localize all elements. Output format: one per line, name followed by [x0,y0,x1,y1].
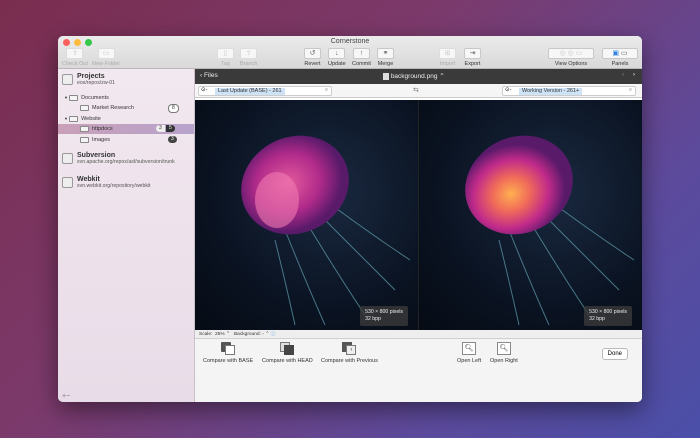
previous-button[interactable]: ‹ [622,71,624,78]
done-button[interactable]: Done [601,348,628,360]
commit-button[interactable]: ↑ Commit [352,48,371,67]
sidebar-actions: +− [62,393,70,400]
open-left-button[interactable]: 🔍︎ Open Left [457,342,481,364]
background-select[interactable]: ▫ ⌃ [262,332,269,337]
export-icon: ⇥ [464,48,481,59]
file-icon [383,72,389,80]
folder-icon: ▭ [97,48,115,59]
compare-with-base-button[interactable]: Compare with BASE [203,342,253,364]
menu-icon: ≡ [324,87,328,93]
menu-icon: ≡ [628,87,632,93]
panels-button[interactable]: ▣ ▭ Panels [602,48,638,67]
merge-icon: ⚭ [377,48,394,59]
right-version-select[interactable]: ⊙- Working Version - 261+ ≡ [502,86,636,96]
tag-icon: ▯ [217,48,234,59]
compare-with-previous-button[interactable]: ‹ Compare with Previous [321,342,378,364]
remove-button[interactable]: − [66,393,70,400]
update-icon: ↓ [328,48,346,59]
version-icon: ⊙- [201,87,208,93]
info-icon[interactable]: ⓘ [271,332,276,337]
repository-icon [62,177,73,188]
changes-badge: 8 [168,104,179,113]
compare-base-icon [221,342,236,355]
check-out-button[interactable]: ⇪ Check Out [62,48,88,67]
revert-icon: ↺ [304,48,321,59]
view-options-icon: ◎ ◎ ▭ [548,48,594,59]
toolbar: Cornerstone ⇪ Check Out ▭ New Folder ▯ Tag … [58,36,642,69]
branch-button[interactable]: ⇪ Branch [240,48,257,67]
left-image-pane[interactable]: 530 × 800 pixels 32 bpp [195,100,418,330]
image-info: 530 × 800 pixels 32 bpp [360,306,408,326]
repository-icon [62,74,73,85]
changes-badge: 5 [166,125,175,132]
tag-button[interactable]: ▯ Tag [217,48,234,67]
project-projects[interactable]: Projects eos/repos/zw-01 [62,73,115,86]
compare-with-head-button[interactable]: Compare with HEAD [262,342,313,364]
folder-icon [80,136,89,143]
swap-button[interactable]: ⇆ [413,86,419,94]
back-button[interactable]: ‹ Files [200,72,218,79]
left-version-select[interactable]: ⊙- Last Update (BASE) - 261 ≡ [198,86,332,96]
tree-item-website[interactable]: ▼ Website [58,114,194,124]
open-file-icon: 🔍︎ [496,342,511,355]
changes-badge: 3 [168,136,177,143]
compare-previous-icon: ‹ [342,342,357,355]
commit-icon: ↑ [352,48,370,59]
export-button[interactable]: ⇥ Export [464,48,481,67]
next-button[interactable]: › [633,71,635,78]
view-options-button[interactable]: ◎ ◎ ▭ View Options [548,48,594,67]
compare-header: ⊙- Last Update (BASE) - 261 ≡ ⇆ ⊙- Working … [195,84,642,98]
import-icon: ⊞ [439,48,456,59]
image-info: 530 × 800 pixels 32 bpp [584,306,632,326]
revert-button[interactable]: ↺ Revert [304,48,321,67]
folder-icon [80,104,89,111]
jellyfish-image-working [465,135,635,326]
sidebar: Projects eos/repos/zw-01 ▼ Documents Mark… [58,69,195,402]
compare-head-icon [280,342,295,355]
modified-badge: 3 [156,125,165,132]
project-subversion[interactable]: Subversion svn.apache.org/repos/asf/subve… [62,152,175,165]
scale-select[interactable]: 25% [215,332,225,337]
repository-icon [62,153,73,164]
update-button[interactable]: ↓ Update [328,48,346,67]
folder-icon [80,125,89,132]
bottom-toolbar: Compare with BASE Compare with HEAD ‹ Com… [195,339,642,402]
file-selector[interactable]: background.png ⌃ [383,72,445,80]
branch-icon: ⇪ [240,48,258,59]
tree-item-httpdocs[interactable]: httpdocs 3 5 [58,124,194,134]
checkout-icon: ⇪ [66,48,84,59]
project-webkit[interactable]: Webkit svn.webkit.org/repository/webkit [62,176,151,189]
scale-bar: Scale: 25% ⌃ Background: ▫ ⌃ ⓘ [195,330,642,339]
folder-icon [69,115,79,122]
jellyfish-image-base [241,135,411,326]
import-button[interactable]: ⊞ Import [439,48,456,67]
tree-item-market-research[interactable]: Market Research 8 [58,103,194,113]
app-window: Cornerstone ⇪ Check Out ▭ New Folder ▯ Tag … [58,36,642,402]
compare-view: ‹ Files background.png ⌃ ‹ › ⊙- Last Upda… [195,69,642,402]
version-icon: ⊙- [505,87,512,93]
tree-item-documents[interactable]: ▼ Documents [58,93,194,103]
panels-icon: ▣ ▭ [602,48,638,59]
folder-icon [69,94,79,101]
right-image-pane[interactable]: 530 × 800 pixels 32 bpp [418,100,642,330]
open-file-icon: 🔍︎ [462,342,477,355]
new-folder-button[interactable]: ▭ New Folder [92,48,120,67]
window-title: Cornerstone [330,38,370,45]
open-right-button[interactable]: 🔍︎ Open Right [490,342,518,364]
merge-button[interactable]: ⚭ Merge [377,48,394,67]
navigation-bar: ‹ Files background.png ⌃ ‹ › [195,69,642,84]
tree-item-images[interactable]: Images 3 [58,135,194,145]
